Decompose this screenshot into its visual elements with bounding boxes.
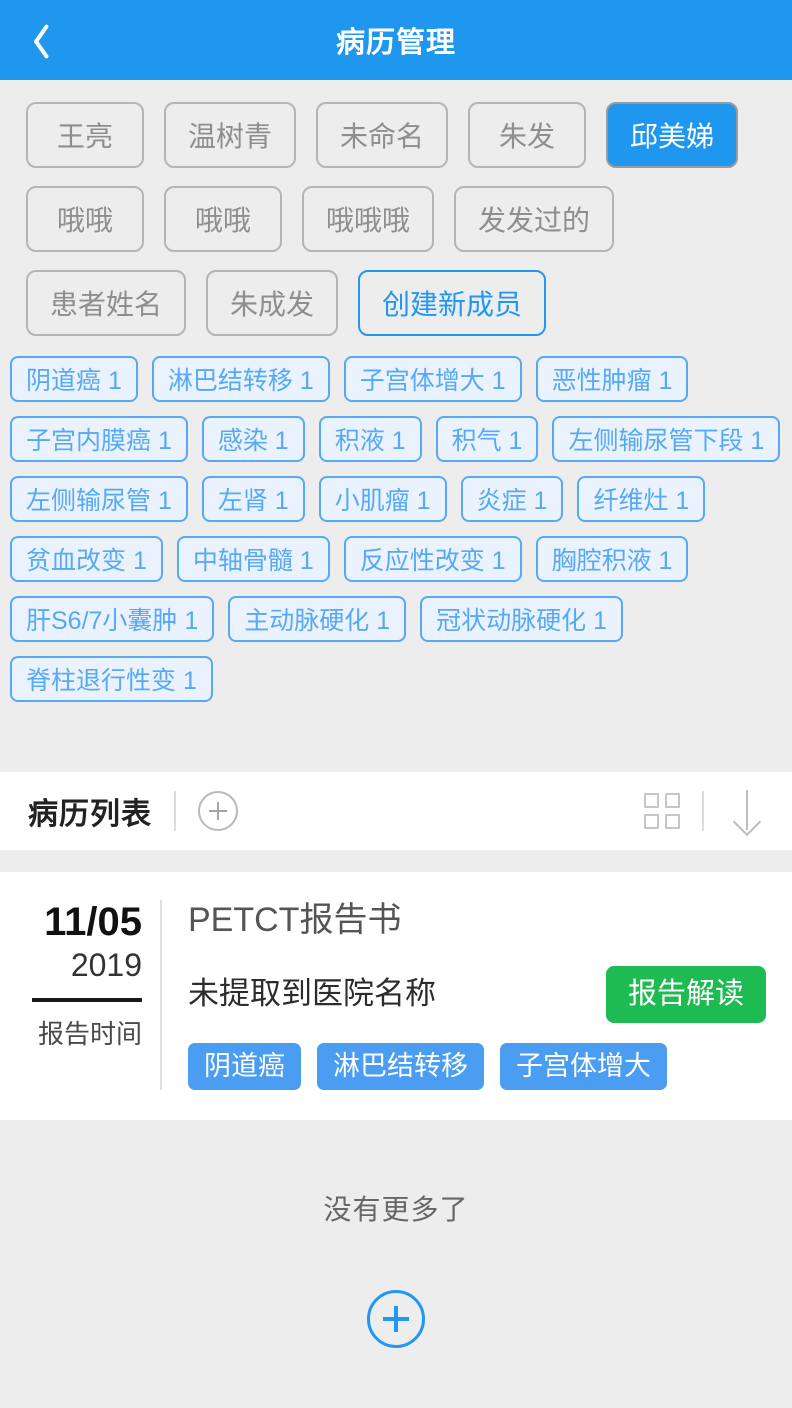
- record-date-label: 报告时间: [37, 1019, 142, 1049]
- back-button[interactable]: [0, 0, 72, 80]
- record-list-toolbar: 病历列表: [0, 771, 792, 850]
- diagnosis-tag-chip[interactable]: 主动脉硬化 1: [228, 596, 407, 642]
- toolbar-divider-left: [174, 790, 176, 831]
- diagnosis-tag-chip[interactable]: 胸腔积液 1: [535, 536, 689, 582]
- toolbar-card-gap: [0, 849, 792, 872]
- record-date-rule: [32, 998, 142, 1002]
- diagnosis-tag-chip[interactable]: 肝S6/7小囊肿 1: [10, 596, 215, 642]
- record-date-block: 11/05 2019 报告时间: [0, 899, 162, 1091]
- grid-cell: [644, 813, 659, 829]
- diagnosis-tag-chip[interactable]: 反应性改变 1: [343, 536, 522, 582]
- add-record-fab[interactable]: [367, 1290, 425, 1349]
- toolbar-actions: [644, 789, 764, 836]
- arrow-head: [732, 807, 762, 836]
- record-tag-list: 阴道癌 淋巴结转移 子宫体增大: [188, 1043, 766, 1091]
- app-root: 病历管理 王亮 温树青 未命名 朱发 邱美娣 哦哦 哦哦 哦哦哦 发发过的 患者姓名 朱成发 创建新成…: [0, 0, 792, 1408]
- list-footer: 没有更多了: [0, 1120, 792, 1408]
- chevron-left-icon: [25, 21, 47, 59]
- arrow-down-icon[interactable]: [730, 789, 764, 836]
- record-date-monthday: 11/05: [44, 899, 142, 944]
- patient-chip[interactable]: 哦哦哦: [302, 186, 435, 252]
- record-list-title: 病历列表: [28, 797, 152, 831]
- no-more-text: 没有更多了: [323, 1194, 469, 1226]
- diagnosis-tag-chip[interactable]: 小肌瘤 1: [318, 476, 447, 522]
- record-card[interactable]: 11/05 2019 报告时间 PETCT报告书 未提取到医院名称 报告解读 阴…: [0, 871, 792, 1121]
- diagnosis-tag-chip[interactable]: 子宫内膜癌 1: [10, 416, 188, 462]
- patient-chip[interactable]: 哦哦: [26, 186, 144, 252]
- patient-chip[interactable]: 朱发: [468, 102, 587, 168]
- diagnosis-tag-chip[interactable]: 恶性肿瘤 1: [535, 356, 689, 402]
- diagnosis-tag-chip[interactable]: 子宫体增大 1: [343, 356, 522, 402]
- patient-chip[interactable]: 发发过的: [454, 186, 615, 252]
- toolbar-divider-right: [702, 790, 704, 831]
- flex-spacer: [0, 712, 792, 772]
- diagnosis-tag-chip[interactable]: 积气 1: [435, 416, 539, 462]
- diagnosis-tag-chip[interactable]: 阴道癌 1: [10, 356, 138, 402]
- diagnosis-tag-chip[interactable]: 积液 1: [318, 416, 422, 462]
- plus-circle-icon[interactable]: [198, 790, 238, 831]
- diagnosis-tag-chip[interactable]: 贫血改变 1: [10, 536, 163, 582]
- diagnosis-tag-chip[interactable]: 脊柱退行性变 1: [10, 656, 213, 702]
- record-tag[interactable]: 子宫体增大: [500, 1043, 667, 1091]
- create-member-button[interactable]: 创建新成员: [358, 270, 547, 336]
- record-card-body: PETCT报告书 未提取到医院名称 报告解读 阴道癌 淋巴结转移 子宫体增大: [162, 900, 792, 1091]
- diagnosis-tag-chip[interactable]: 纤维灶 1: [577, 476, 706, 522]
- patient-chip[interactable]: 邱美娣: [606, 102, 739, 168]
- diagnosis-tag-chip[interactable]: 炎症 1: [460, 476, 564, 522]
- patient-chip[interactable]: 患者姓名: [26, 270, 187, 336]
- diagnosis-tag-chip[interactable]: 左肾 1: [201, 476, 305, 522]
- patient-chip[interactable]: 哦哦: [164, 186, 282, 252]
- diagnosis-tag-chip[interactable]: 冠状动脉硬化 1: [420, 596, 623, 642]
- grid-cell: [665, 813, 680, 829]
- diagnosis-tag-chip[interactable]: 中轴骨髓 1: [176, 536, 330, 582]
- patient-chip[interactable]: 未命名: [316, 102, 449, 168]
- app-header: 病历管理: [0, 0, 792, 80]
- patient-chip[interactable]: 朱成发: [206, 270, 339, 336]
- record-tag[interactable]: 淋巴结转移: [317, 1043, 484, 1091]
- diagnosis-tag-chip[interactable]: 左侧输尿管 1: [10, 476, 188, 522]
- grid-view-icon[interactable]: [644, 792, 680, 829]
- tag-chip-list: 阴道癌 1 淋巴结转移 1 子宫体增大 1 恶性肿瘤 1 子宫内膜癌 1 感染 1 积液 1…: [0, 342, 792, 712]
- record-tag[interactable]: 阴道癌: [188, 1043, 301, 1091]
- patient-chip[interactable]: 王亮: [26, 102, 144, 168]
- report-interpretation-button[interactable]: 报告解读: [605, 965, 766, 1023]
- grid-cell: [644, 792, 659, 808]
- grid-cell: [665, 792, 680, 808]
- diagnosis-tag-chip[interactable]: 感染 1: [201, 416, 305, 462]
- patient-chip[interactable]: 温树青: [164, 102, 297, 168]
- record-title: PETCT报告书: [188, 900, 402, 939]
- record-date-year: 2019: [70, 946, 142, 983]
- page-title: 病历管理: [335, 27, 456, 59]
- diagnosis-tag-chip[interactable]: 淋巴结转移 1: [151, 356, 330, 402]
- patient-chip-list: 王亮 温树青 未命名 朱发 邱美娣 哦哦 哦哦 哦哦哦 发发过的 患者姓名 朱成发 创建新成员: [0, 80, 792, 342]
- diagnosis-tag-chip[interactable]: 左侧输尿管下段 1: [552, 416, 781, 462]
